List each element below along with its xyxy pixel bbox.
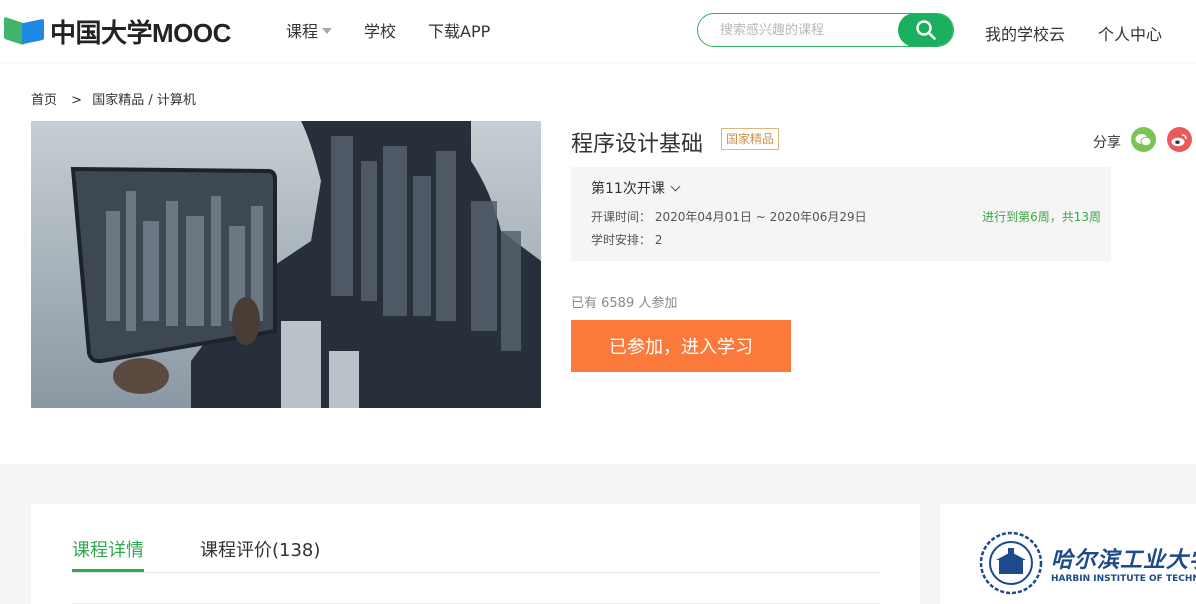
logo-book-icon bbox=[4, 15, 46, 47]
nav-courses-label: 课程 bbox=[286, 22, 319, 41]
breadcrumb-separator: > bbox=[71, 93, 83, 108]
nav-schools[interactable]: 学校 bbox=[364, 18, 396, 42]
tab-course-detail[interactable]: 课程详情 bbox=[72, 536, 144, 562]
breadcrumb-home[interactable]: 首页 bbox=[31, 93, 57, 108]
my-school-cloud-link[interactable]: 我的学校云 bbox=[985, 21, 1065, 45]
nav-download-label: 下载APP bbox=[428, 22, 491, 41]
search-button[interactable] bbox=[898, 14, 953, 46]
schedule-value: 2 bbox=[654, 233, 663, 247]
site-logo[interactable]: 中国大学MOOC bbox=[4, 13, 231, 49]
nav-courses[interactable]: 课程 bbox=[286, 18, 333, 42]
nav-schools-label: 学校 bbox=[364, 22, 397, 41]
breadcrumb: 首页 > 国家精品 / 计算机 bbox=[31, 89, 200, 108]
course-cover-image bbox=[31, 121, 541, 408]
school-name-cn: 哈尔滨工业大学 bbox=[1051, 547, 1196, 573]
breadcrumb-path[interactable]: 国家精品 / 计算机 bbox=[92, 93, 196, 108]
main-nav: 课程 学校 下载APP bbox=[286, 18, 522, 42]
national-quality-tag: 国家精品 bbox=[721, 128, 780, 150]
top-header: 中国大学MOOC 课程 学校 下载APP 我的学校云 个人中心 bbox=[0, 0, 1196, 62]
term-selector[interactable]: 第11次开课 bbox=[591, 178, 681, 198]
search-box bbox=[697, 13, 954, 47]
course-title: 程序设计基础 bbox=[571, 132, 704, 157]
enter-study-button[interactable]: 已参加，进入学习 bbox=[571, 320, 791, 372]
active-tab-underline bbox=[72, 569, 144, 572]
school-name-en: HARBIN INSTITUTE OF TECHNOLOGY bbox=[1051, 574, 1196, 584]
cover-illustration bbox=[31, 121, 541, 408]
chevron-down-icon bbox=[670, 181, 681, 191]
course-progress: 进行到第6周，共13周 bbox=[982, 210, 1101, 224]
schedule-label: 学时安排： bbox=[591, 233, 652, 247]
course-detail-panel: 课程详情 课程评价(138) bbox=[31, 504, 920, 604]
logo-text: 中国大学MOOC bbox=[50, 17, 231, 48]
wechat-share-icon[interactable] bbox=[1131, 127, 1156, 152]
school-emblem-icon bbox=[979, 531, 1043, 595]
course-time-label: 开课时间： bbox=[591, 210, 652, 224]
course-time: 开课时间： 2020年04月01日 ~ 2020年06月29日 bbox=[591, 208, 867, 225]
course-time-value: 2020年04月01日 ~ 2020年06月29日 bbox=[654, 210, 867, 224]
term-info-box: 第11次开课 开课时间： 2020年04月01日 ~ 2020年06月29日 学… bbox=[571, 167, 1111, 261]
share-label: 分享 bbox=[1093, 135, 1121, 151]
course-schedule: 学时安排： 2 bbox=[591, 231, 662, 248]
joined-count: 已有 6589 人参加 bbox=[571, 296, 678, 311]
nav-download-app[interactable]: 下载APP bbox=[428, 18, 490, 42]
tab-course-reviews[interactable]: 课程评价(138) bbox=[200, 536, 320, 562]
weibo-share-icon[interactable] bbox=[1167, 127, 1192, 152]
school-panel[interactable]: 哈尔滨工业大学 HARBIN INSTITUTE OF TECHNOLOGY bbox=[940, 504, 1196, 604]
caret-down-icon bbox=[322, 28, 333, 34]
search-input[interactable] bbox=[720, 20, 895, 40]
term-label: 第11次开课 bbox=[591, 181, 665, 197]
search-icon bbox=[916, 20, 936, 40]
tab-divider bbox=[72, 572, 880, 573]
personal-center-link[interactable]: 个人中心 bbox=[1098, 21, 1162, 45]
